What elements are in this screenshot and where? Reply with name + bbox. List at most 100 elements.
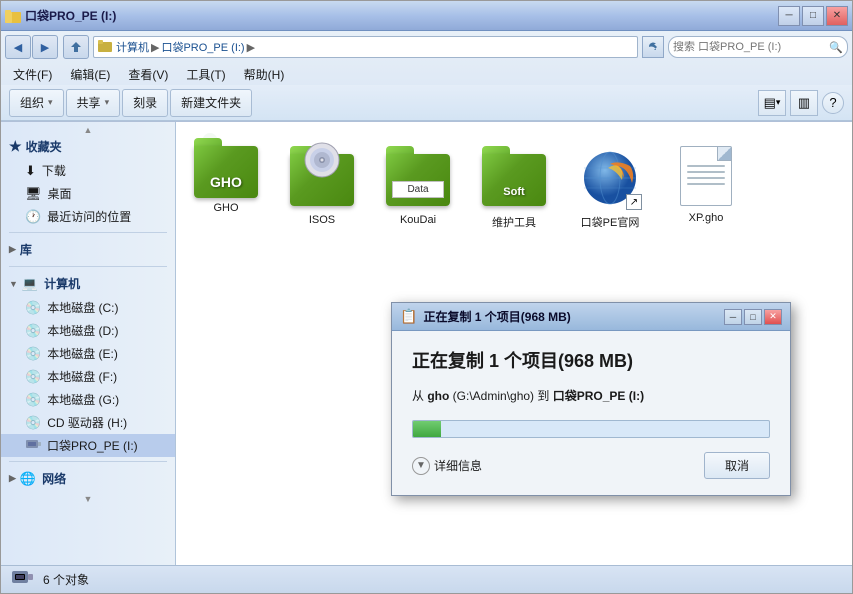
drive-f-icon: 💿 [25,369,41,385]
file-name-isos: ISOS [309,214,335,226]
preview-button[interactable]: ▥ [790,90,818,116]
copy-dialog-minimize[interactable]: ─ [724,309,742,325]
file-name-peguanwang: 口袋PE官网 [581,214,640,230]
sidebar-scroll-up[interactable]: ▲ [1,126,175,134]
folder-body: GHO [194,146,258,198]
favorites-label: 收藏夹 [26,138,62,155]
organize-label: 组织 [20,94,44,111]
organize-button[interactable]: 组织 ▾ [9,89,64,117]
status-drive-icon [11,569,33,590]
content-area: ▲ ★ 收藏夹 ⬇ 下载 🖥 桌面 🕐 最近访问的位置 [1,122,852,565]
sidebar-favorites-header[interactable]: ★ 收藏夹 [1,134,175,159]
copy-dialog-icon: 📋 [400,308,417,325]
sidebar-item-drive-c[interactable]: 💿 本地磁盘 (C:) [1,296,175,319]
sidebar-item-recent[interactable]: 🕐 最近访问的位置 [1,205,175,228]
copy-to-bold: 口袋PRO_PE (I:) [553,389,644,403]
copy-cancel-button[interactable]: 取消 [704,452,770,479]
share-button[interactable]: 共享 ▾ [66,89,121,117]
menu-help[interactable]: 帮助(H) [236,64,293,85]
koudai-folder-body [386,154,450,206]
share-label: 共享 [77,94,101,111]
sidebar-item-drive-f[interactable]: 💿 本地磁盘 (F:) [1,365,175,388]
file-item-koudai[interactable]: Data KouDai [378,140,458,236]
maintenance-folder-icon: Soft [482,146,546,210]
up-button[interactable] [63,35,89,59]
menu-edit[interactable]: 编辑(E) [62,64,118,85]
back-button[interactable]: ◀ [5,35,31,59]
file-item-xpgho[interactable]: XP.gho [666,140,746,236]
sidebar-item-drive-g[interactable]: 💿 本地磁盘 (G:) [1,388,175,411]
drive-f-label: 本地磁盘 (F:) [47,368,117,385]
search-icon[interactable]: 🔍 [829,41,843,54]
file-item-isos[interactable]: ISOS [282,140,362,236]
menu-tools[interactable]: 工具(T) [178,64,233,85]
window-title: 口袋PRO_PE (I:) [25,7,116,24]
download-icon: ⬇ [25,163,36,179]
file-item-peguanwang[interactable]: ↗ 口袋PE官网 [570,140,650,236]
doc-line-4 [687,183,725,185]
minimize-button[interactable]: ─ [778,6,800,26]
drive-c-label: 本地磁盘 (C:) [47,299,118,316]
library-label: 库 [20,241,32,258]
address-path-display[interactable]: 计算机 ▶ 口袋PRO_PE (I:) ▶ [93,36,638,58]
search-box[interactable]: 🔍 [668,36,848,58]
copy-dialog-path: 从 gho (G:\Admin\gho) 到 口袋PRO_PE (I:) [412,387,770,404]
menu-file[interactable]: 文件(F) [5,64,60,85]
sidebar-scroll-down[interactable]: ▼ [1,495,175,503]
details-toggle[interactable]: ▼ 详细信息 [412,457,482,475]
copy-dialog-restore[interactable]: □ [744,309,762,325]
forward-button[interactable]: ▶ [32,35,58,59]
network-arrow-icon: ▶ [9,473,16,484]
search-input[interactable] [673,41,829,53]
computer-arrow-icon: ▼ [9,279,18,289]
sidebar-item-desktop[interactable]: 🖥 桌面 [1,182,175,205]
burn-button[interactable]: 刻录 [122,89,168,117]
progress-bar-fill [413,421,441,437]
drive-c-icon: 💿 [25,300,41,316]
shortcut-arrow-icon: ↗ [626,194,642,210]
title-bar-left: 口袋PRO_PE (I:) [5,7,778,24]
doc-line-1 [687,165,725,167]
document-file-icon [680,146,732,208]
drive-g-icon: 💿 [25,392,41,408]
help-button[interactable]: ? [822,92,844,114]
sidebar-network-header[interactable]: ▶ 🌐 网络 [1,466,175,491]
file-name-gho: GHO [213,202,238,214]
sidebar-computer-header[interactable]: ▼ 💻 计算机 [1,271,175,296]
command-bar: 组织 ▾ 共享 ▾ 刻录 新建文件夹 ▤▾ ▥ ? [1,85,852,121]
toolbar-right: ▤▾ ▥ ? [758,90,844,116]
menu-view[interactable]: 查看(V) [120,64,176,85]
details-label: 详细信息 [434,457,482,474]
favorites-icon: ★ [9,138,22,155]
refresh-button[interactable] [642,36,664,58]
sidebar: ▲ ★ 收藏夹 ⬇ 下载 🖥 桌面 🕐 最近访问的位置 [1,122,176,565]
sidebar-item-drive-d[interactable]: 💿 本地磁盘 (D:) [1,319,175,342]
sidebar-item-drive-i[interactable]: 口袋PRO_PE (I:) [1,434,175,457]
copy-dialog-close[interactable]: ✕ [764,309,782,325]
doc-lines [687,165,725,189]
file-item-gho[interactable]: GHO GHO [186,132,266,236]
path-segment-computer[interactable]: 计算机 [116,39,149,55]
title-controls: ─ □ ✕ [778,6,848,26]
sidebar-section-computer: ▼ 💻 计算机 💿 本地磁盘 (C:) 💿 本地磁盘 (D:) 💿 本地磁盘 (… [1,271,175,457]
copy-dialog-controls: ─ □ ✕ [724,309,782,325]
drive-i-icon [25,438,41,453]
sidebar-library-header[interactable]: ▶ 库 [1,237,175,262]
address-bar: ◀ ▶ 计算机 ▶ 口袋PRO_PE (I:) [1,31,852,63]
new-folder-button[interactable]: 新建文件夹 [170,89,252,117]
network-icon: 🌐 [20,471,36,487]
copy-dialog-body: 正在复制 1 个项目(968 MB) 从 gho (G:\Admin\gho) … [392,331,790,495]
maximize-button[interactable]: □ [802,6,824,26]
sidebar-item-download[interactable]: ⬇ 下载 [1,159,175,182]
sidebar-section-network: ▶ 🌐 网络 [1,466,175,491]
computer-label: 计算机 [44,275,80,292]
doc-line-3 [687,177,725,179]
file-name-xpgho: XP.gho [689,212,724,224]
sidebar-item-drive-h[interactable]: 💿 CD 驱动器 (H:) [1,411,175,434]
close-button[interactable]: ✕ [826,6,848,26]
sidebar-item-drive-e[interactable]: 💿 本地磁盘 (E:) [1,342,175,365]
path-segment-drive[interactable]: 口袋PRO_PE (I:) [161,39,244,55]
title-bar: 口袋PRO_PE (I:) ─ □ ✕ [1,1,852,31]
file-item-maintenance[interactable]: Soft 维护工具 [474,140,554,236]
view-button[interactable]: ▤▾ [758,90,786,116]
